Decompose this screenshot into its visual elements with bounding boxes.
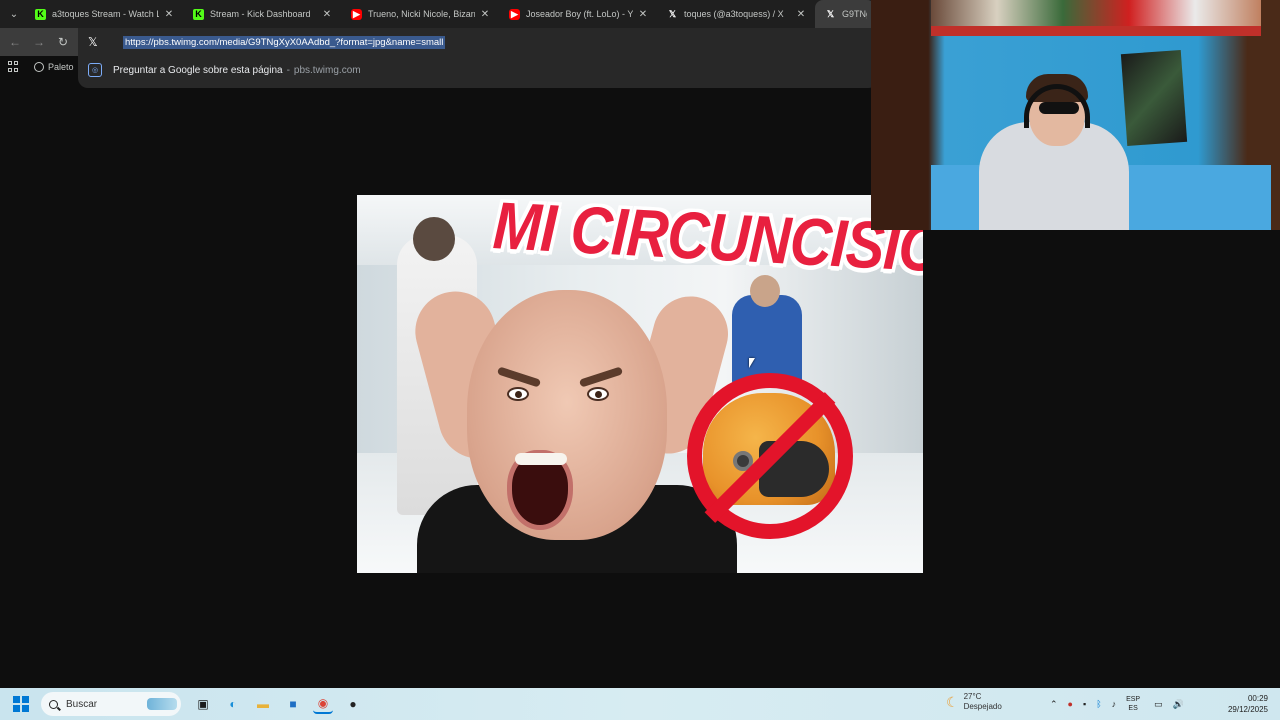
edge-icon[interactable]: ◐ bbox=[223, 694, 243, 714]
tab-title: a3toques Stream - Watch Live o bbox=[52, 9, 159, 19]
time: 00:29 bbox=[1247, 694, 1268, 703]
bookmark-paleto[interactable]: Paleto bbox=[48, 62, 74, 72]
tab-6-active[interactable]: 𝕏 G9TNgXy bbox=[815, 0, 875, 28]
mouse-cursor-icon bbox=[749, 358, 755, 368]
system-tray: ⌃ ● ▪ ᛒ ♪ ESP ES ▭ 🔊 bbox=[1050, 688, 1194, 720]
search-icon bbox=[49, 699, 58, 709]
tab-title: toques (@a3toquess) / X bbox=[684, 9, 784, 19]
tab-title: Joseador Boy (ft. LoLo) - YouTu bbox=[526, 9, 633, 19]
omnibox-suggestion[interactable]: ◎ Preguntar a Google sobre esta página -… bbox=[88, 63, 361, 77]
url-text[interactable]: https://pbs.twimg.com/media/G9TNgXyX0AAd… bbox=[123, 35, 446, 49]
teeth bbox=[515, 453, 567, 465]
close-icon[interactable]: ✕ bbox=[163, 9, 175, 20]
x-icon: 𝕏 bbox=[826, 8, 835, 19]
kick-icon: K bbox=[35, 8, 46, 20]
google-lens-icon: ◎ bbox=[88, 63, 102, 77]
taskbar-search[interactable]: Buscar bbox=[41, 692, 181, 716]
weather-temp: 27°C bbox=[963, 692, 982, 701]
task-view-icon[interactable]: ▣ bbox=[193, 694, 213, 714]
tab-5[interactable]: 𝕏 toques (@a3toquess) / X ✕ bbox=[657, 0, 815, 28]
displayed-image[interactable]: MI CIRCUNCISION bbox=[357, 195, 923, 573]
weather-widget[interactable]: ☾ 27°C Despejado bbox=[946, 692, 1002, 712]
lang-secondary: ES bbox=[1128, 705, 1138, 712]
tray-display-icon[interactable]: ▪ bbox=[1083, 699, 1086, 709]
forward-icon[interactable]: → bbox=[27, 35, 51, 49]
tab-search-button[interactable]: ⌄ bbox=[3, 4, 25, 24]
youtube-icon: ▶ bbox=[351, 8, 362, 20]
globe-icon bbox=[34, 62, 44, 72]
tray-app-icon[interactable]: ● bbox=[1068, 699, 1073, 709]
clock[interactable]: 00:29 29/12/2025 bbox=[1228, 693, 1268, 715]
network-icon[interactable]: ▭ bbox=[1154, 699, 1163, 710]
store-icon[interactable]: ■ bbox=[283, 694, 303, 714]
doctor-figure bbox=[732, 295, 802, 385]
youtube-icon: ▶ bbox=[509, 8, 520, 20]
omnibox-dropdown: 𝕏 https://pbs.twimg.com/media/G9TNgXyX0A… bbox=[78, 28, 878, 88]
tab-1[interactable]: K a3toques Stream - Watch Live o ✕ bbox=[25, 0, 183, 28]
lang-primary: ESP bbox=[1126, 696, 1141, 703]
close-icon[interactable]: ✕ bbox=[637, 9, 649, 20]
language-indicator[interactable]: ESP ES bbox=[1126, 695, 1140, 713]
left-eye bbox=[507, 387, 529, 401]
webcam-overlay bbox=[871, 0, 1280, 230]
apps-icon[interactable] bbox=[8, 61, 20, 73]
suggestion-separator: - bbox=[286, 64, 290, 76]
nurse-head bbox=[413, 217, 455, 261]
tab-2[interactable]: K Stream - Kick Dashboard ✕ bbox=[183, 0, 341, 28]
suggestion-domain: pbs.twimg.com bbox=[293, 64, 361, 76]
microphone-icon[interactable]: ♪ bbox=[1112, 699, 1117, 709]
reload-icon[interactable]: ↻ bbox=[51, 35, 75, 49]
obs-icon[interactable]: ● bbox=[343, 694, 363, 714]
moon-icon: ☾ bbox=[946, 693, 959, 710]
close-icon[interactable]: ✕ bbox=[795, 9, 807, 20]
x-icon: 𝕏 bbox=[88, 35, 98, 49]
x-icon: 𝕏 bbox=[668, 8, 677, 19]
chevron-down-icon: ⌄ bbox=[9, 8, 19, 20]
suggestion-text: Preguntar a Google sobre esta página bbox=[113, 64, 283, 76]
chevron-up-icon[interactable]: ⌃ bbox=[1050, 699, 1058, 710]
shelf-items bbox=[931, 0, 1261, 26]
chrome-icon[interactable]: ◉ bbox=[313, 694, 333, 714]
back-icon[interactable]: ← bbox=[3, 35, 27, 49]
windows-taskbar: Buscar ▣ ◐ ▬ ■ ◉ ● ☾ 27°C Despejado ⌃ ● … bbox=[0, 688, 1280, 720]
tab-4[interactable]: ▶ Joseador Boy (ft. LoLo) - YouTu ✕ bbox=[499, 0, 657, 28]
tab-3[interactable]: ▶ Trueno, Nicki Nicole, Bizarrap ✕ bbox=[341, 0, 499, 28]
wall-poster bbox=[1120, 50, 1188, 146]
tab-title: G9TNgXy bbox=[842, 9, 867, 19]
date: 29/12/2025 bbox=[1227, 705, 1268, 714]
search-placeholder: Buscar bbox=[66, 698, 98, 710]
close-icon[interactable]: ✕ bbox=[479, 9, 491, 20]
file-explorer-icon[interactable]: ▬ bbox=[253, 694, 273, 714]
close-icon[interactable]: ✕ bbox=[321, 9, 333, 20]
volume-icon[interactable]: 🔊 bbox=[1173, 699, 1184, 710]
weather-desc: Despejado bbox=[963, 702, 1002, 711]
right-eye bbox=[587, 387, 609, 401]
doctor-head bbox=[750, 275, 780, 307]
tab-title: Trueno, Nicki Nicole, Bizarrap bbox=[368, 9, 475, 19]
kick-icon: K bbox=[193, 8, 204, 20]
windows-start-icon[interactable] bbox=[13, 696, 29, 712]
bookmarks-bar: Paleto bbox=[0, 56, 78, 78]
bluetooth-icon[interactable]: ᛒ bbox=[1096, 699, 1101, 709]
red-shelf bbox=[931, 26, 1261, 36]
search-highlight-icon bbox=[147, 698, 177, 710]
address-bar[interactable]: 𝕏 https://pbs.twimg.com/media/G9TNgXyX0A… bbox=[88, 35, 446, 49]
tab-title: Stream - Kick Dashboard bbox=[210, 9, 311, 19]
